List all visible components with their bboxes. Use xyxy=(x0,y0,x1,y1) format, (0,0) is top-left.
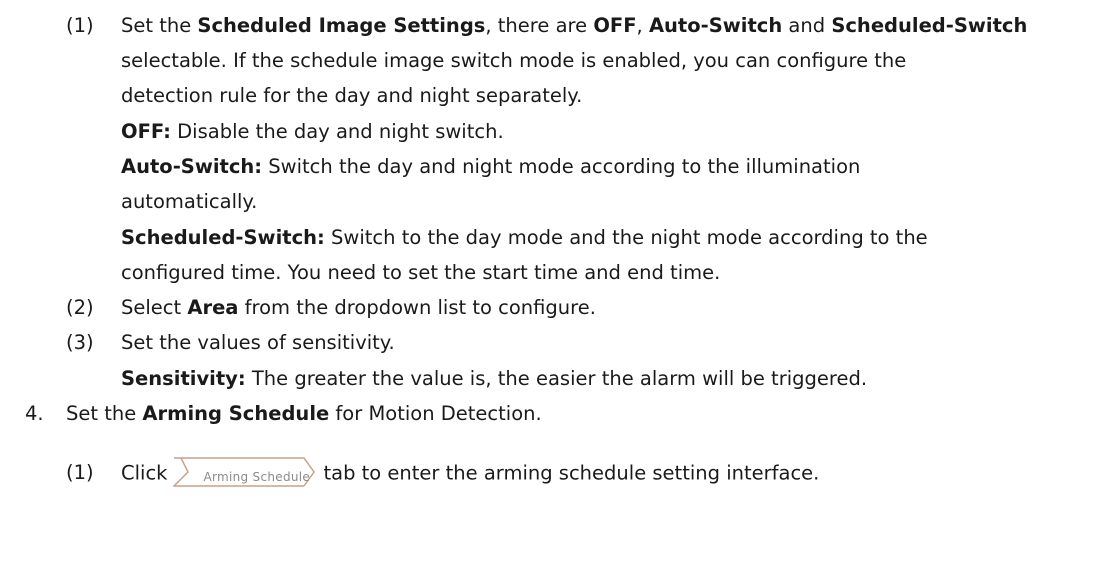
arming-schedule-term: Arming Schedule xyxy=(142,402,330,425)
area-term: Area xyxy=(187,296,239,319)
scheduled-switch-term: Scheduled-Switch xyxy=(831,14,1028,37)
step-4-1-text: Click Arming Schedule tab to enter the ar… xyxy=(121,457,819,489)
step-2-number: (2) xyxy=(66,296,94,319)
arming-schedule-tab[interactable]: Arming Schedule xyxy=(173,457,316,487)
step-4-number: 4. xyxy=(25,402,44,425)
step-3-number: (3) xyxy=(66,331,94,354)
step-1-line-2: selectable. If the schedule image switch… xyxy=(121,49,907,72)
auto-switch-term: Auto-Switch xyxy=(648,14,783,37)
step-1-line-1: Set the Scheduled Image Settings, there … xyxy=(121,14,1028,37)
auto-switch-description-cont: automatically. xyxy=(121,190,258,213)
scheduled-switch-description-cont: configured time. You need to set the sta… xyxy=(121,261,721,284)
step-3-text: Set the values of sensitivity. xyxy=(121,331,395,354)
scheduled-image-settings-term: Scheduled Image Settings xyxy=(197,14,486,37)
off-description: OFF: Disable the day and night switch. xyxy=(121,120,504,143)
off-term: OFF xyxy=(593,14,637,37)
auto-switch-description: Auto-Switch: Switch the day and night mo… xyxy=(121,155,861,178)
step-4-text: Set the Arming Schedule for Motion Detec… xyxy=(66,402,542,425)
step-2-text: Select Area from the dropdown list to co… xyxy=(121,296,596,319)
step-1-number: (1) xyxy=(66,14,94,37)
step-4-1-number: (1) xyxy=(66,461,94,484)
scheduled-switch-description: Scheduled-Switch: Switch to the day mode… xyxy=(121,226,928,249)
sensitivity-description: Sensitivity: The greater the value is, t… xyxy=(121,367,868,390)
step-1-line-3: detection rule for the day and night sep… xyxy=(121,84,583,107)
arming-schedule-tab-label: Arming Schedule xyxy=(203,470,311,484)
